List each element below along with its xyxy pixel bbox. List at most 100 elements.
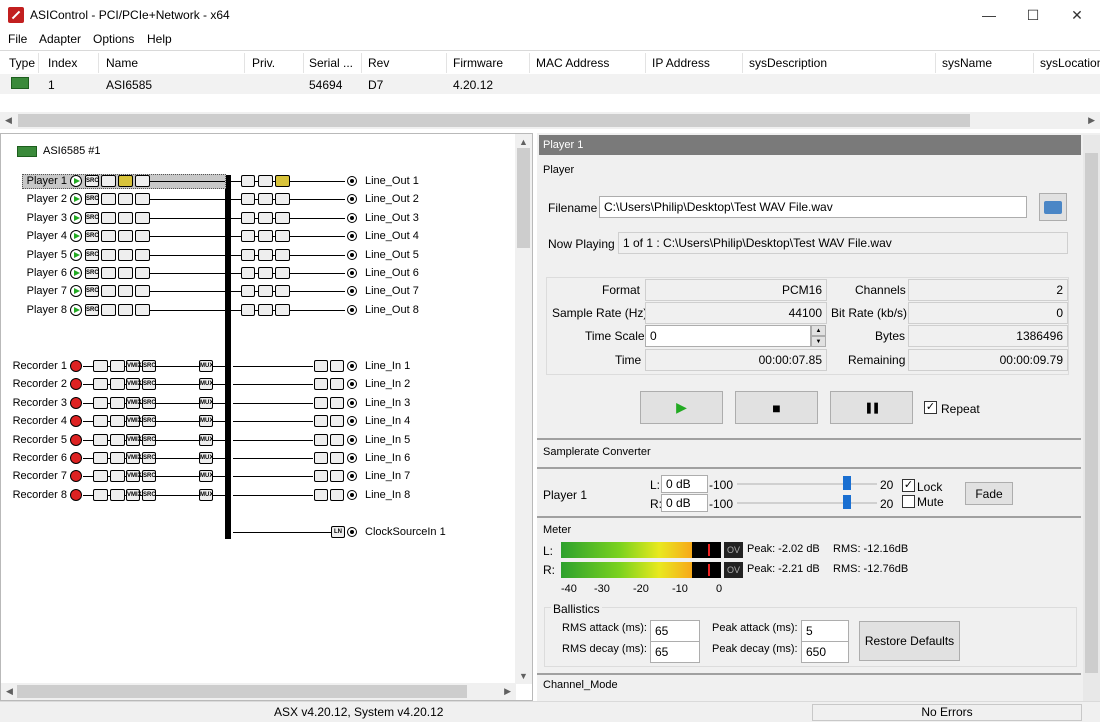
table-row[interactable]: 1 ASI6585 54694 D7 4.20.12 — [0, 74, 1100, 94]
mode-block[interactable] — [93, 488, 108, 501]
recorder-label[interactable]: Recorder 2 — [9, 378, 67, 390]
output-node-icon[interactable] — [347, 231, 357, 242]
time-scale-down-icon[interactable]: ▼ — [811, 336, 826, 347]
col-serial[interactable]: Serial ... — [309, 56, 353, 70]
meter-block[interactable] — [275, 248, 290, 261]
meter-block[interactable] — [110, 488, 125, 501]
record-icon[interactable] — [70, 396, 82, 409]
vmix-block[interactable]: VMIX — [126, 378, 142, 391]
meter-block[interactable] — [330, 360, 344, 372]
peak-attack-input[interactable]: 5 — [801, 620, 849, 642]
left-gain-slider-thumb[interactable] — [843, 476, 851, 490]
input-node-icon[interactable] — [347, 361, 357, 371]
tree-horizontal-scrollbar[interactable]: ◀ ▶ — [1, 683, 516, 700]
src-block[interactable]: SRC — [142, 488, 156, 501]
vmix-block[interactable]: VMIX — [126, 396, 142, 409]
recorder-label[interactable]: Recorder 5 — [9, 434, 67, 446]
line-out-label[interactable]: Line_Out 6 — [365, 267, 419, 279]
gain-block[interactable] — [314, 470, 328, 483]
col-sysdescription[interactable]: sysDescription — [749, 56, 827, 70]
col-ip[interactable]: IP Address — [652, 56, 710, 70]
gain-block[interactable] — [101, 267, 116, 279]
meter-block[interactable] — [118, 175, 133, 187]
gain-block[interactable] — [101, 285, 116, 298]
recorder-label[interactable]: Recorder 3 — [9, 397, 67, 409]
scrollbar-thumb[interactable] — [1085, 153, 1098, 673]
input-node-icon[interactable] — [347, 434, 357, 445]
fade-button[interactable]: Fade — [965, 482, 1013, 505]
output-node-icon[interactable] — [347, 194, 357, 205]
gain-block[interactable] — [101, 211, 116, 224]
src-block[interactable]: SRC — [142, 433, 156, 446]
mode-block[interactable] — [135, 211, 150, 224]
gain-block[interactable] — [258, 267, 273, 279]
src-block[interactable]: SRC — [142, 415, 156, 428]
output-node-icon[interactable] — [347, 249, 357, 260]
gain-block[interactable] — [258, 193, 273, 206]
tree-vertical-scrollbar[interactable]: ▲ ▼ — [515, 134, 532, 684]
scrollbar-thumb[interactable] — [17, 685, 467, 698]
gain-block[interactable] — [258, 211, 273, 224]
gain-block[interactable] — [314, 415, 328, 428]
meter-block[interactable] — [118, 267, 133, 279]
gain-block[interactable] — [314, 396, 328, 409]
play-icon[interactable] — [70, 211, 82, 224]
src-block[interactable]: SRC — [85, 193, 99, 206]
col-index[interactable]: Index — [48, 56, 77, 70]
meter-block[interactable] — [118, 285, 133, 298]
src-block[interactable]: SRC — [142, 396, 156, 409]
mux-block[interactable]: MUX — [199, 452, 213, 464]
meter-block[interactable] — [275, 267, 290, 279]
mode-block[interactable] — [93, 415, 108, 428]
gain-block[interactable] — [314, 360, 328, 372]
player-label[interactable]: Player 3 — [9, 212, 67, 224]
gain-block[interactable] — [258, 303, 273, 316]
time-scale-input[interactable]: 0 — [645, 325, 811, 347]
meter-block[interactable] — [330, 378, 344, 391]
player-label[interactable]: Player 6 — [9, 267, 67, 279]
scroll-down-icon[interactable]: ▼ — [519, 671, 528, 681]
mux-block[interactable] — [241, 230, 255, 243]
player-label[interactable]: Player 5 — [9, 249, 67, 261]
meter-block[interactable] — [330, 396, 344, 409]
left-gain-input[interactable]: 0 dB — [661, 475, 708, 493]
meter-block[interactable] — [118, 211, 133, 224]
meter-block[interactable] — [275, 303, 290, 316]
mux-block[interactable] — [241, 285, 255, 298]
meter-block[interactable] — [275, 230, 290, 243]
col-priv[interactable]: Priv. — [252, 56, 275, 70]
adapter-node-label[interactable]: ASI6585 #1 — [43, 145, 101, 157]
record-icon[interactable] — [70, 360, 82, 372]
mux-block[interactable]: MUX — [199, 488, 213, 501]
input-node-icon[interactable] — [347, 489, 357, 500]
scrollbar-thumb[interactable] — [517, 148, 530, 248]
gain-block[interactable] — [101, 230, 116, 243]
rms-decay-input[interactable]: 65 — [650, 641, 700, 663]
gain-block[interactable] — [314, 378, 328, 391]
record-icon[interactable] — [70, 415, 82, 428]
record-icon[interactable] — [70, 488, 82, 501]
meter-block[interactable] — [118, 248, 133, 261]
clock-source-label[interactable]: ClockSourceIn 1 — [365, 526, 446, 538]
menu-file[interactable]: File — [8, 32, 27, 46]
maximize-button[interactable]: ☐ — [1010, 0, 1056, 30]
play-button[interactable]: ▶ — [640, 391, 723, 424]
src-block[interactable]: SRC — [85, 267, 99, 279]
meter-block[interactable] — [330, 488, 344, 501]
meter-block[interactable] — [330, 415, 344, 428]
src-block[interactable]: SRC — [85, 211, 99, 224]
col-mac[interactable]: MAC Address — [536, 56, 609, 70]
play-icon[interactable] — [70, 230, 82, 243]
menu-help[interactable]: Help — [147, 32, 172, 46]
line-out-label[interactable]: Line_Out 8 — [365, 304, 419, 316]
src-block[interactable]: SRC — [142, 360, 156, 372]
mode-block[interactable] — [135, 303, 150, 316]
gain-block[interactable] — [101, 175, 116, 187]
meter-block[interactable] — [275, 285, 290, 298]
output-node-icon[interactable] — [347, 268, 357, 278]
recorder-label[interactable]: Recorder 1 — [9, 360, 67, 372]
record-icon[interactable] — [70, 470, 82, 483]
mode-block[interactable] — [93, 452, 108, 464]
output-node-icon[interactable] — [347, 176, 357, 186]
meter-block[interactable] — [110, 396, 125, 409]
